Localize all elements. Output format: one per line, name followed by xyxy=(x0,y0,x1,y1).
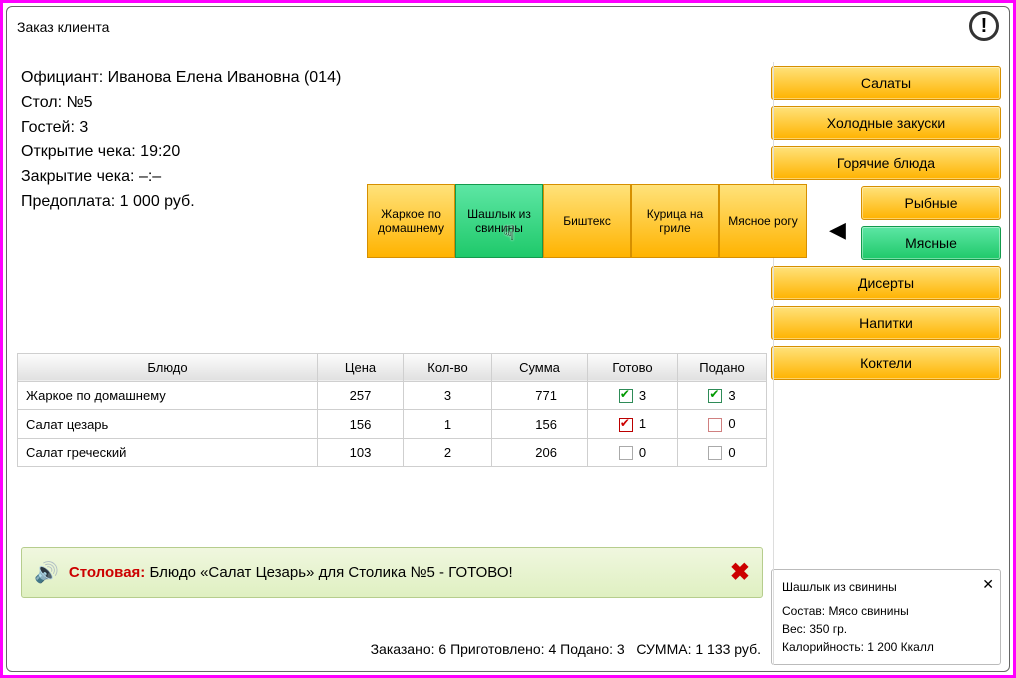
category-button[interactable]: Дисерты xyxy=(771,266,1001,300)
dish-button[interactable]: Жаркое по домашнему xyxy=(367,184,455,258)
category-button[interactable]: Горячие блюда xyxy=(771,146,1001,180)
notice-source: Столовая: xyxy=(69,564,145,581)
category-button[interactable]: Коктели xyxy=(771,346,1001,380)
dish-button[interactable]: Мясное рогу xyxy=(719,184,807,258)
order-table: Блюдо Цена Кол-во Сумма Готово Подано Жа… xyxy=(17,353,767,468)
close-icon[interactable]: ✕ xyxy=(982,574,994,595)
dish-button[interactable]: Курица на гриле xyxy=(631,184,719,258)
checkbox-icon[interactable] xyxy=(619,418,633,432)
category-button[interactable]: Напитки xyxy=(771,306,1001,340)
checkbox-icon[interactable] xyxy=(619,389,633,403)
dish-strip: Жаркое по домашнемуШашлык из свининыБишт… xyxy=(367,184,807,258)
details-title: Шашлык из свинины xyxy=(782,578,990,596)
checkbox-icon[interactable] xyxy=(708,446,722,460)
dish-button[interactable]: Биштекс xyxy=(543,184,631,258)
table-row[interactable]: Салат цезарь156115610 xyxy=(18,410,767,439)
table-row[interactable]: Жаркое по домашнему257377133 xyxy=(18,381,767,410)
table-header-row: Блюдо Цена Кол-во Сумма Готово Подано xyxy=(18,353,767,381)
dish-details-card: ✕ Шашлык из свинины Состав: Мясо свинины… xyxy=(771,569,1001,665)
totals-footer: Заказано: 6 Приготовлено: 4 Подано: 3 СУ… xyxy=(17,631,767,661)
window-title: Заказ клиента xyxy=(17,19,109,35)
dish-button[interactable]: Шашлык из свинины xyxy=(455,184,543,258)
alert-icon[interactable]: ! xyxy=(969,11,999,41)
category-button[interactable]: Салаты xyxy=(771,66,1001,100)
table-row[interactable]: Салат греческий103220600 xyxy=(18,438,767,467)
notice-text: Блюдо «Салат Цезарь» для Столика №5 - ГО… xyxy=(149,564,512,581)
speaker-icon: 🔊 xyxy=(34,560,59,585)
checkbox-icon[interactable] xyxy=(708,389,722,403)
notification-bar: 🔊 Столовая: Блюдо «Салат Цезарь» для Сто… xyxy=(21,547,763,598)
arrow-left-icon: ◀ xyxy=(829,217,846,243)
checkbox-icon[interactable] xyxy=(708,418,722,432)
category-button[interactable]: Холодные закуски xyxy=(771,106,1001,140)
checkbox-icon[interactable] xyxy=(619,446,633,460)
category-button[interactable]: Мясные xyxy=(861,226,1001,260)
close-icon[interactable]: ✖ xyxy=(730,558,750,587)
category-button[interactable]: Рыбные xyxy=(861,186,1001,220)
